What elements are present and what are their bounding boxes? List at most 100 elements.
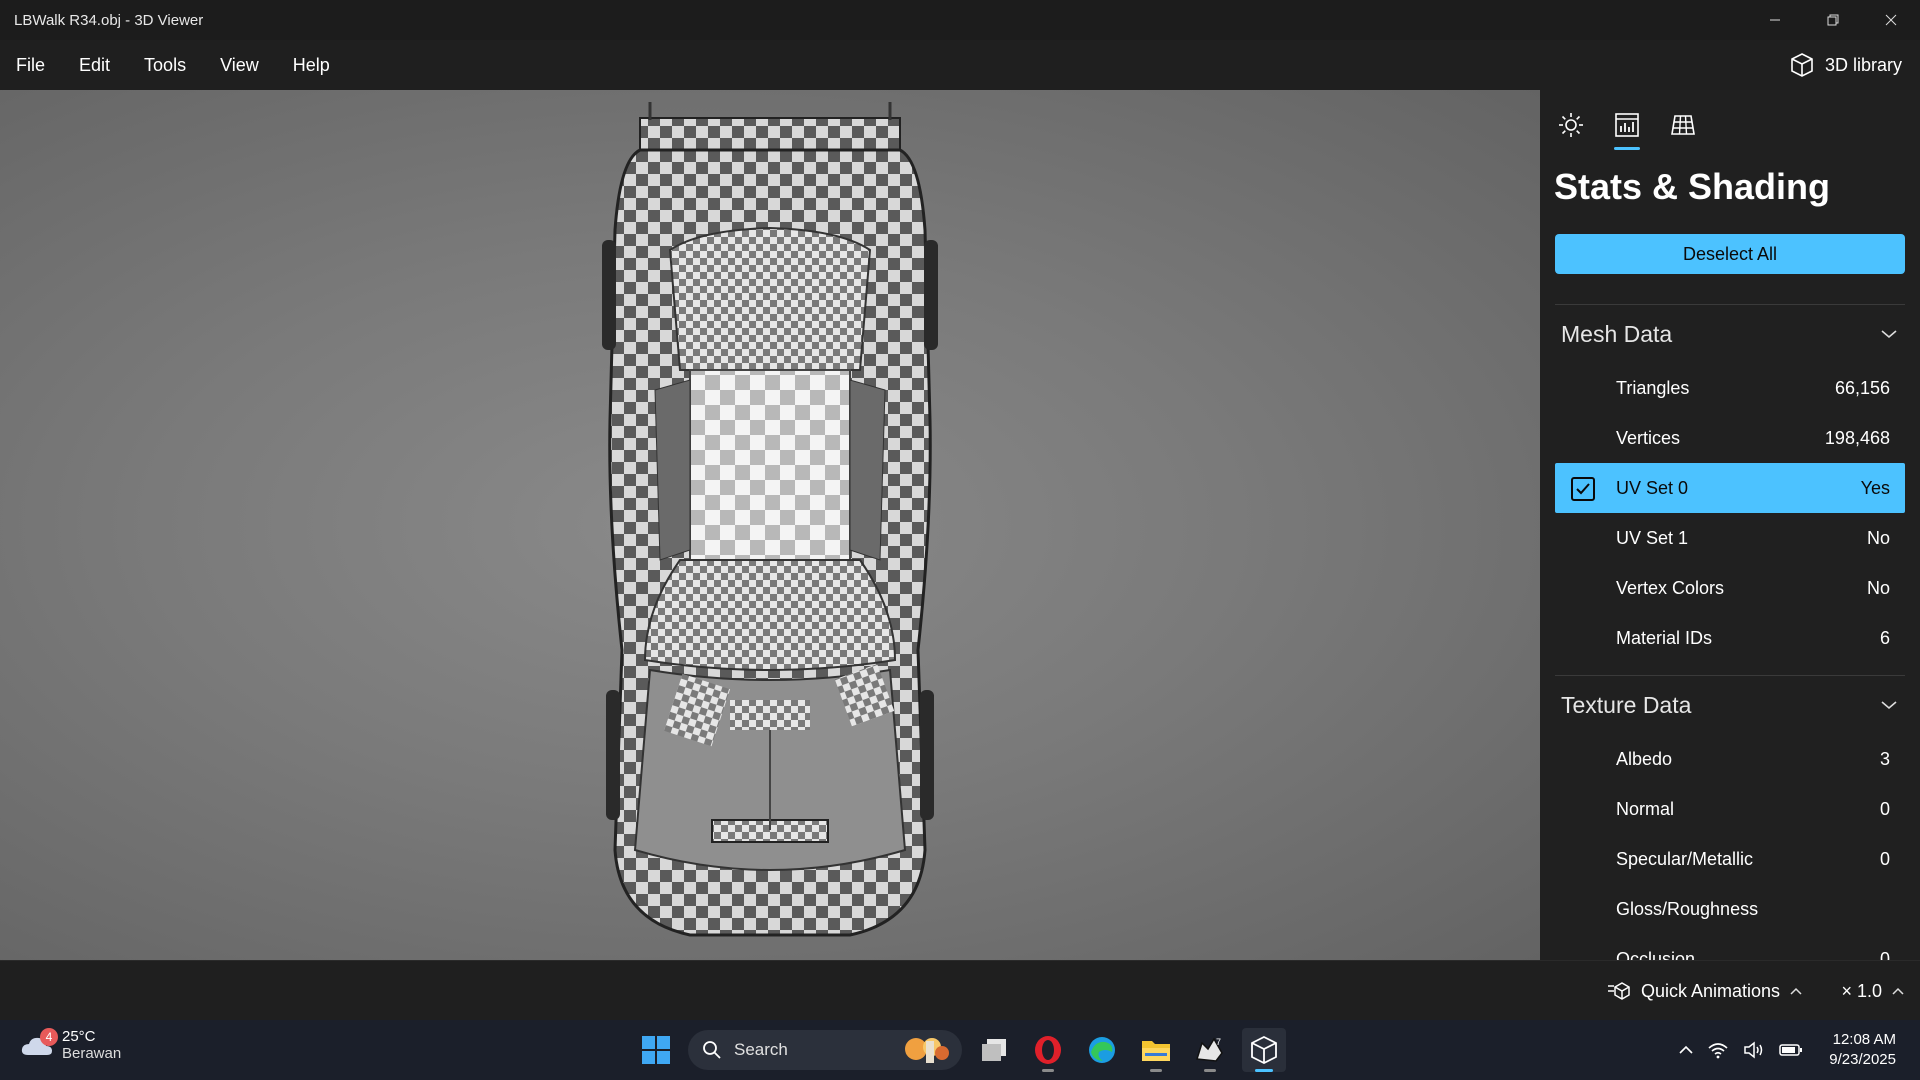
clock-time: 12:08 AM [1832,1031,1896,1048]
stat-label: Albedo [1616,748,1673,769]
stat-label: Vertices [1616,427,1681,448]
tab-stats-shading[interactable] [1610,108,1644,150]
stat-row-specular-metallic[interactable]: Specular/Metallic 0 [1555,834,1905,884]
3d-library-label: 3D library [1824,54,1902,75]
panel-tabs [1540,90,1920,150]
menu-file[interactable]: File [0,40,62,90]
quick-animations-label: Quick Animations [1640,980,1780,1001]
wifi-icon[interactable] [1707,1041,1729,1059]
stat-row-vertex-colors[interactable]: Vertex Colors No [1555,563,1905,613]
tray-icons [1679,1041,1803,1059]
taskbar-edge[interactable] [1080,1028,1124,1072]
svg-text:7: 7 [1216,1037,1221,1047]
stat-row-occlusion[interactable]: Occlusion 0 [1555,934,1905,961]
tab-mesh-grid[interactable] [1666,108,1700,142]
stat-row-gloss-roughness[interactable]: Gloss/Roughness [1555,884,1905,934]
menu-help[interactable]: Help [276,40,347,90]
playback-speed-button[interactable]: × 1.0 [1841,961,1904,1021]
mesh-data-section-header[interactable]: Mesh Data [1555,305,1905,363]
taskbar-file-explorer[interactable] [1134,1028,1178,1072]
rhino-app-icon: 7 [1196,1037,1223,1062]
stat-row-material-ids[interactable]: Material IDs 6 [1555,613,1905,663]
menu-view[interactable]: View [203,40,276,90]
task-view-button[interactable] [972,1028,1016,1072]
chevron-up-icon[interactable] [1679,1045,1693,1055]
weather-temperature: 25°C [62,1028,96,1045]
restore-button[interactable] [1804,0,1862,40]
restore-icon [1827,14,1839,26]
3d-viewport[interactable] [0,90,1540,960]
panel-title: Stats & Shading [1554,166,1831,207]
sun-icon [1559,113,1583,137]
close-icon [1885,14,1897,26]
3d-viewer-cube-icon [1251,1035,1277,1065]
stat-label: Normal [1616,798,1675,819]
menu-edit[interactable]: Edit [62,40,127,90]
chevron-down-icon [1881,701,1897,710]
weather-notification-badge: 4 [40,1028,58,1046]
stat-value: 6 [1879,627,1890,648]
stat-value: 0 [1879,848,1890,869]
tab-lighting[interactable] [1554,108,1588,142]
volume-icon[interactable] [1743,1041,1765,1059]
taskbar-rhino[interactable]: 7 [1188,1028,1232,1072]
stat-label: Occlusion [1616,948,1696,961]
stats-shading-panel: Stats & Shading Deselect All Mesh Data T… [1540,90,1920,960]
window-title: LBWalk R34.obj - 3D Viewer [14,11,204,29]
status-bar: Quick Animations × 1.0 [0,960,1920,1020]
3d-library-button[interactable]: 3D library [1789,40,1902,90]
stat-label: Gloss/Roughness [1616,898,1759,919]
stat-value: 198,468 [1824,427,1890,448]
stat-value: No [1866,577,1890,598]
quick-animations-button[interactable]: Quick Animations [1607,961,1802,1021]
mesh-data-title: Mesh Data [1561,320,1673,347]
title-bar: LBWalk R34.obj - 3D Viewer [0,0,1920,40]
deselect-all-button[interactable]: Deselect All [1555,234,1905,274]
stats-chart-icon [1615,113,1639,137]
task-view-icon [982,1039,1006,1061]
close-button[interactable] [1862,0,1920,40]
system-tray: 12:08 AM 9/23/2025 [1679,1020,1920,1080]
weather-widget[interactable]: 4 25°C Berawan [20,1028,121,1062]
stat-value: 0 [1879,948,1890,961]
taskbar-clock[interactable]: 12:08 AM 9/23/2025 [1829,1030,1896,1070]
menu-tools[interactable]: Tools [127,40,203,90]
stat-label: Triangles [1616,377,1690,398]
search-icon [703,1041,721,1059]
stat-row-uv-set-1[interactable]: UV Set 1 No [1555,513,1905,563]
stat-value: Yes [1860,477,1890,498]
checkmark-icon [1576,483,1590,495]
stat-row-normal[interactable]: Normal 0 [1555,784,1905,834]
stat-row-vertices[interactable]: Vertices 198,468 [1555,413,1905,463]
car-model-render [602,102,938,937]
weather-condition: Berawan [62,1045,122,1062]
start-button[interactable] [634,1028,678,1072]
chevron-up-icon [1892,987,1904,995]
minimize-button[interactable] [1746,0,1804,40]
stat-value: No [1866,527,1890,548]
minimize-icon [1770,19,1780,21]
stat-label: Material IDs [1616,627,1713,648]
chevron-up-icon [1790,987,1802,995]
taskbar-3d-viewer[interactable] [1242,1028,1286,1072]
stat-row-albedo[interactable]: Albedo 3 [1555,734,1905,784]
stat-label: Vertex Colors [1616,577,1725,598]
playback-speed-label: × 1.0 [1841,980,1882,1001]
window-controls [1746,0,1920,40]
uv-set-0-checkbox[interactable] [1571,477,1595,501]
search-highlight-icon [905,1038,949,1063]
windows-taskbar: 4 25°C Berawan Search 7 12:08 AM 9/23/20… [0,1020,1920,1080]
taskbar-search[interactable]: Search [688,1030,962,1070]
stat-value: 3 [1879,748,1890,769]
stat-label: UV Set 1 [1616,527,1689,548]
stat-value: 66,156 [1834,377,1890,398]
stat-row-triangles[interactable]: Triangles 66,156 [1555,363,1905,413]
battery-icon[interactable] [1779,1042,1803,1058]
opera-browser-icon [1035,1036,1061,1064]
taskbar-opera[interactable] [1026,1028,1070,1072]
taskbar-apps: Search 7 [634,1020,1286,1080]
menu-bar: File Edit Tools View Help [0,40,1920,90]
texture-data-section-header[interactable]: Texture Data [1555,676,1905,734]
stat-row-uv-set-0[interactable]: UV Set 0 Yes [1555,463,1905,513]
stat-label: UV Set 0 [1616,477,1689,498]
